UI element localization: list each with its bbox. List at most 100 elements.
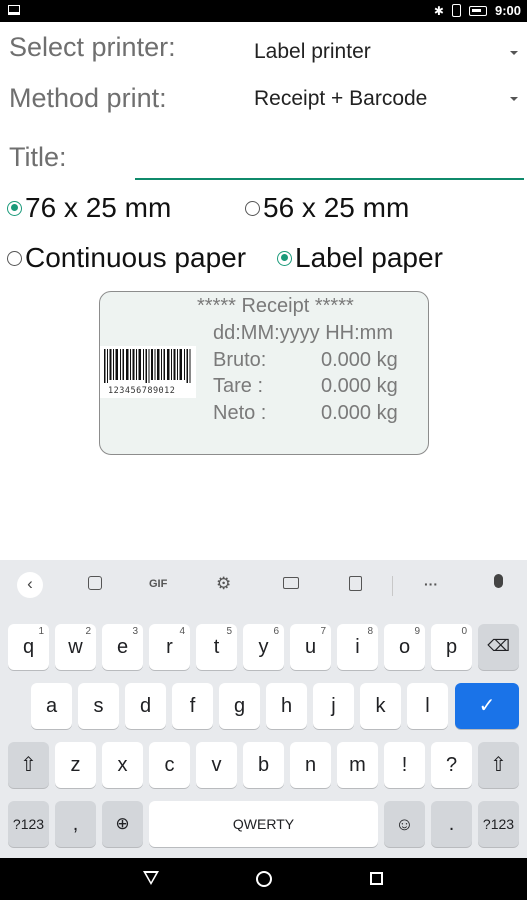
key-j[interactable]: j [313,683,354,729]
key-hint: 8 [367,626,373,637]
space-key[interactable]: QWERTY [149,801,378,847]
enter-key[interactable]: ✓ [455,683,519,729]
key-hint: 1 [38,626,44,637]
receipt-neto-label: Neto : [213,402,267,424]
key-g[interactable]: g [219,683,260,729]
key-y[interactable]: y6 [243,624,284,670]
translate-icon[interactable] [283,577,299,589]
select-printer-value: Label printer [254,40,371,63]
receipt-tare-value: 0.000 kg [321,375,398,397]
key-q[interactable]: q1 [8,624,49,670]
clock: 9:00 [494,3,521,18]
radio-checked-icon [277,250,292,266]
radio-label-paper[interactable]: Label paper [277,242,443,274]
key-label: i [355,636,360,658]
key-h[interactable]: h [266,683,307,729]
key-n[interactable]: n [290,742,331,788]
key-c[interactable]: c [149,742,190,788]
sticker-icon[interactable] [88,576,102,590]
method-print-label: Method print: [9,83,167,113]
key-d[interactable]: d [125,683,166,729]
key-label: u [304,636,317,658]
key-hint: 7 [320,626,326,637]
key-hint: 6 [273,626,279,637]
symbols-key-right[interactable]: ?123 [478,801,519,847]
title-label: Title: [9,142,67,172]
key-r[interactable]: r4 [149,624,190,670]
shift-icon: ⇧ [20,754,37,776]
nav-recents-icon[interactable] [370,872,383,885]
bluetooth-icon: ✱ [433,3,444,18]
radio-76x25[interactable]: 76 x 25 mm [7,192,171,224]
key-t[interactable]: t5 [196,624,237,670]
shift-icon: ⇧ [490,754,507,776]
key-a[interactable]: a [31,683,72,729]
radio-continuous-paper-label: Continuous paper [25,242,247,273]
globe-icon: ⊕ [115,814,130,833]
key-label: w [68,636,83,658]
key-hint: 0 [461,626,467,637]
more-icon[interactable]: ··· [424,576,438,592]
mic-icon[interactable] [494,574,503,588]
toolbar-divider [392,576,393,596]
backspace-icon: ⌫ [487,638,510,655]
shift-key[interactable]: ⇧ [8,742,49,788]
radio-checked-icon [7,200,22,216]
nav-home-icon[interactable] [256,871,272,887]
receipt-header: ***** Receipt ***** [197,295,354,317]
key-f[interactable]: f [172,683,213,729]
clipboard-icon[interactable] [349,576,362,591]
key-s[interactable]: s [78,683,119,729]
key-x[interactable]: x [102,742,143,788]
radio-continuous-paper[interactable]: Continuous paper [7,242,246,274]
radio-56x25-label: 56 x 25 mm [263,192,410,223]
period-key[interactable]: . [431,801,472,847]
receipt-neto-value: 0.000 kg [321,402,398,424]
key-hint: 5 [226,626,232,637]
barcode-bars-icon [104,349,191,383]
key-k[interactable]: k [360,683,401,729]
radio-unchecked-icon [245,200,260,216]
key-hint: 4 [179,626,185,637]
key-m[interactable]: m [337,742,378,788]
nav-back-icon[interactable] [143,871,159,885]
key-label: q [22,636,35,658]
key-e[interactable]: e3 [102,624,143,670]
key-b[interactable]: b [243,742,284,788]
key-w[interactable]: w2 [55,624,96,670]
key-u[interactable]: u7 [290,624,331,670]
check-icon: ✓ [478,695,496,717]
comma-key[interactable]: , [55,801,96,847]
key-label: e [116,636,129,658]
chevron-down-icon [510,51,518,55]
emoji-icon: ☺ [395,814,414,834]
gear-icon[interactable]: ⚙ [216,574,231,594]
battery-icon [468,5,487,16]
symbols-key[interactable]: ?123 [8,801,49,847]
key-hint: 9 [414,626,420,637]
key-v[interactable]: v [196,742,237,788]
key-z[interactable]: z [55,742,96,788]
key-label: o [398,636,411,658]
back-icon[interactable]: ‹ [17,572,43,598]
title-input[interactable] [135,140,524,178]
status-bar: ✱ 9:00 [0,0,527,22]
barcode-number: 123456789012 [108,386,176,396]
language-key[interactable]: ⊕ [102,801,143,847]
navigation-bar [0,858,527,900]
backspace-key[interactable]: ⌫ [478,624,519,670]
shift-key-right[interactable]: ⇧ [478,742,519,788]
key-l[interactable]: l [407,683,448,729]
radio-56x25[interactable]: 56 x 25 mm [245,192,409,224]
key-exclamation[interactable]: ! [384,742,425,788]
emoji-key[interactable]: ☺ [384,801,425,847]
key-p[interactable]: p0 [431,624,472,670]
key-i[interactable]: i8 [337,624,378,670]
key-label: r [166,636,173,658]
screen-icon [8,5,20,15]
key-o[interactable]: o9 [384,624,425,670]
key-question[interactable]: ? [431,742,472,788]
gif-button[interactable]: GIF [149,578,167,590]
keyboard-toolbar: ‹ GIF ⚙ ··· [0,560,527,610]
vibrate-icon [451,4,461,17]
